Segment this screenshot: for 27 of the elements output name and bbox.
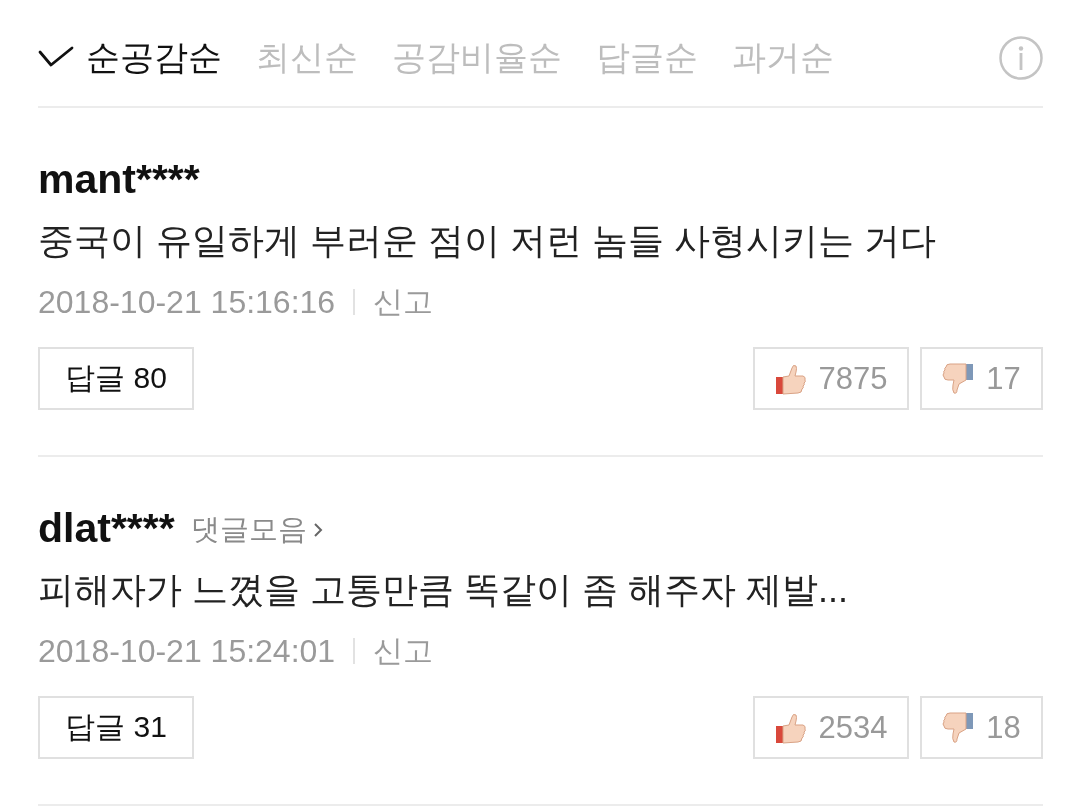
comment-text: 피해자가 느꼈을 고통만큼 똑같이 좀 해주자 제발... <box>38 568 850 612</box>
reply-button[interactable]: 답글 31 <box>38 696 194 759</box>
checkmark-icon <box>38 46 74 68</box>
comment-timestamp: 2018-10-21 15:24:01 <box>38 632 336 670</box>
like-button[interactable]: 2534 <box>753 696 909 759</box>
chevron-right-icon <box>312 522 323 538</box>
dislike-button[interactable]: 17 <box>920 347 1043 410</box>
sort-tab[interactable]: 답글순 <box>596 33 698 81</box>
report-link[interactable]: 신고 <box>373 281 434 323</box>
comment-text: 중국이 유일하게 부러운 점이 저런 놈들 사형시키는 거다 <box>38 219 937 263</box>
sort-tab[interactable]: 최신순 <box>256 33 358 81</box>
dislike-button[interactable]: 18 <box>920 696 1043 759</box>
comment-username: dlat**** <box>38 504 175 553</box>
comment-timestamp: 2018-10-21 15:16:16 <box>38 283 336 321</box>
comment-username: mant**** <box>38 155 200 204</box>
reply-button[interactable]: 답글 80 <box>38 347 194 410</box>
thumbs-up-icon <box>774 711 807 744</box>
like-button[interactable]: 7875 <box>753 347 909 410</box>
comment-collection-link[interactable]: 댓글모음 <box>190 510 323 550</box>
thumbs-up-icon <box>774 362 807 395</box>
sort-tab[interactable]: 공감비율순 <box>392 33 562 81</box>
report-link[interactable]: 신고 <box>373 630 434 672</box>
thumbs-down-icon <box>942 362 975 395</box>
sort-tab[interactable]: 과거순 <box>732 33 834 81</box>
thumbs-down-icon <box>942 711 975 744</box>
info-icon[interactable] <box>999 36 1043 80</box>
sort-tab[interactable]: 순공감순 <box>38 33 222 81</box>
